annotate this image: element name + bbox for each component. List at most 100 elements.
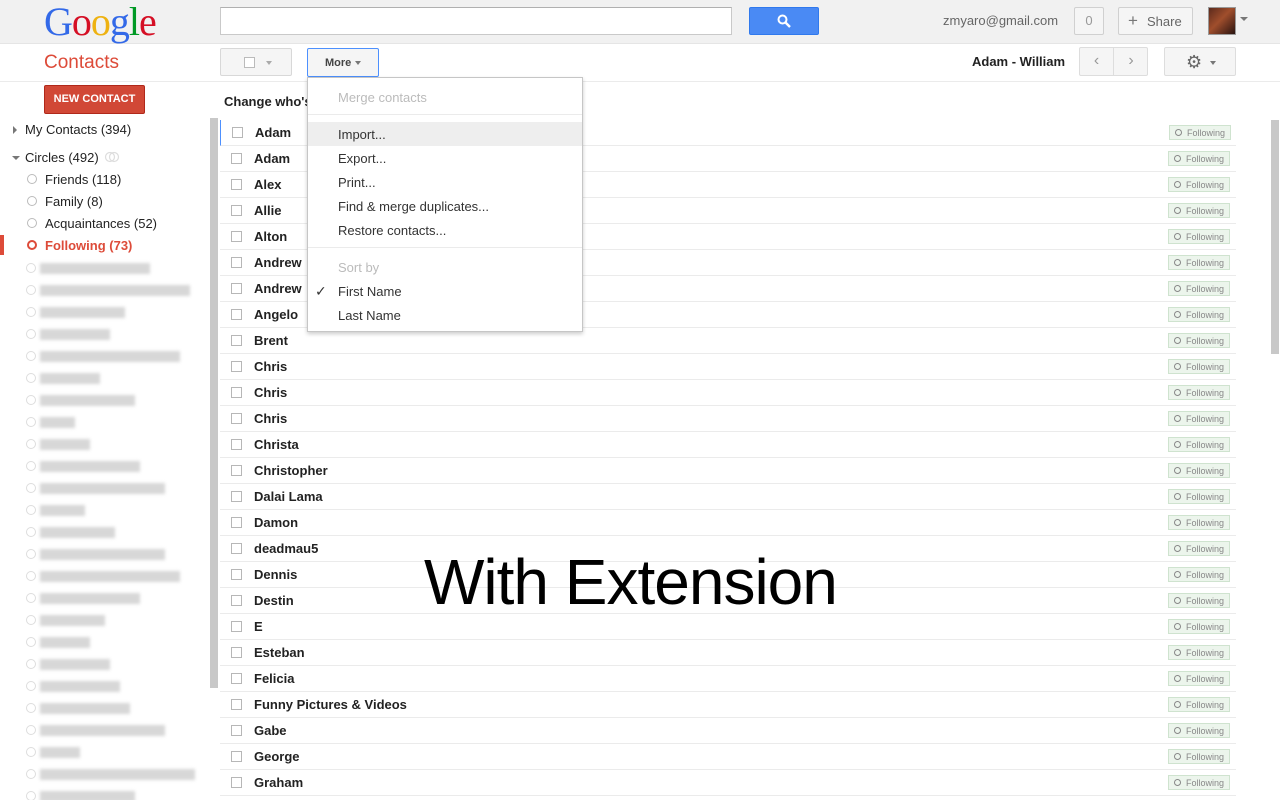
redacted-circle-item[interactable] xyxy=(26,702,132,714)
contact-checkbox[interactable] xyxy=(231,387,242,398)
circle-badge[interactable]: Following xyxy=(1168,723,1230,738)
contact-checkbox[interactable] xyxy=(231,413,242,424)
contact-checkbox[interactable] xyxy=(231,621,242,632)
contact-row[interactable]: Dalai Lama Following xyxy=(220,484,1236,510)
redacted-circle-item[interactable] xyxy=(26,328,112,340)
contact-checkbox[interactable] xyxy=(231,205,242,216)
contact-row[interactable]: George Following xyxy=(220,744,1236,770)
chevron-down-icon[interactable] xyxy=(1240,17,1248,21)
menu-item-restore[interactable]: Restore contacts... xyxy=(308,218,582,242)
contact-name[interactable]: E xyxy=(254,619,263,634)
contact-checkbox[interactable] xyxy=(231,595,242,606)
contact-name[interactable]: Allie xyxy=(254,203,281,218)
circle-badge[interactable]: Following xyxy=(1168,333,1230,348)
contact-checkbox[interactable] xyxy=(231,543,242,554)
sidebar-scrollbar[interactable] xyxy=(210,118,218,688)
contact-checkbox[interactable] xyxy=(231,569,242,580)
circle-badge[interactable]: Following xyxy=(1168,515,1230,530)
sidebar-item-my-contacts[interactable]: My Contacts (394) xyxy=(25,122,131,137)
contact-checkbox[interactable] xyxy=(231,335,242,346)
menu-item-import[interactable]: Import... xyxy=(308,122,582,146)
contact-checkbox[interactable] xyxy=(231,725,242,736)
redacted-circle-item[interactable] xyxy=(26,724,167,736)
contact-name[interactable]: Chris xyxy=(254,411,287,426)
contact-row[interactable]: Christopher Following xyxy=(220,458,1236,484)
contact-row[interactable]: Chris Following xyxy=(220,406,1236,432)
circle-badge[interactable]: Following xyxy=(1169,125,1231,140)
contact-row[interactable]: Chris Following xyxy=(220,354,1236,380)
redacted-circle-item[interactable] xyxy=(26,460,142,472)
contact-row[interactable]: Chris Following xyxy=(220,380,1236,406)
redacted-circle-item[interactable] xyxy=(26,482,167,494)
previous-page-button[interactable]: ‹ xyxy=(1080,48,1114,75)
contact-name[interactable]: Funny Pictures & Videos xyxy=(254,697,407,712)
circle-badge[interactable]: Following xyxy=(1168,645,1230,660)
circle-badge[interactable]: Following xyxy=(1168,177,1230,192)
expand-icon[interactable] xyxy=(13,126,17,134)
contact-name[interactable]: Alton xyxy=(254,229,287,244)
circle-badge[interactable]: Following xyxy=(1168,411,1230,426)
redacted-circle-item[interactable] xyxy=(26,438,92,450)
google-logo[interactable]: Google xyxy=(44,2,157,42)
contact-name[interactable]: Destin xyxy=(254,593,294,608)
contact-name[interactable]: Christopher xyxy=(254,463,328,478)
more-button[interactable]: More xyxy=(307,48,379,77)
contact-checkbox[interactable] xyxy=(231,361,242,372)
contact-checkbox[interactable] xyxy=(231,673,242,684)
circle-badge[interactable]: Following xyxy=(1168,437,1230,452)
redacted-circle-item[interactable] xyxy=(26,658,112,670)
circle-badge[interactable]: Following xyxy=(1168,593,1230,608)
contact-name[interactable]: George xyxy=(254,749,300,764)
redacted-circle-item[interactable] xyxy=(26,306,127,318)
circle-badge[interactable]: Following xyxy=(1168,671,1230,686)
circle-badge[interactable]: Following xyxy=(1168,255,1230,270)
contact-checkbox[interactable] xyxy=(231,751,242,762)
contact-checkbox[interactable] xyxy=(231,647,242,658)
circle-badge[interactable]: Following xyxy=(1168,489,1230,504)
menu-item-sort-first-name[interactable]: ✓ First Name xyxy=(308,279,582,303)
redacted-circle-item[interactable] xyxy=(26,768,197,780)
redacted-circle-item[interactable] xyxy=(26,614,107,626)
sidebar-item-circles[interactable]: Circles (492) xyxy=(25,150,99,165)
redacted-circle-item[interactable] xyxy=(26,592,142,604)
contact-name[interactable]: Christa xyxy=(254,437,299,452)
account-email[interactable]: zmyaro@gmail.com xyxy=(943,13,1058,28)
contact-row[interactable]: Felicia Following xyxy=(220,666,1236,692)
redacted-circle-item[interactable] xyxy=(26,284,192,296)
circle-badge[interactable]: Following xyxy=(1168,151,1230,166)
contact-name[interactable]: Alex xyxy=(254,177,281,192)
contact-name[interactable]: Adam xyxy=(254,151,290,166)
menu-item-sort-last-name[interactable]: Last Name xyxy=(308,303,582,327)
contact-row[interactable]: Damon Following xyxy=(220,510,1236,536)
circle-badge[interactable]: Following xyxy=(1168,385,1230,400)
circle-badge[interactable]: Following xyxy=(1168,307,1230,322)
sidebar-item-friends[interactable]: Friends (118) xyxy=(45,172,121,187)
circle-badge[interactable]: Following xyxy=(1168,463,1230,478)
redacted-circle-item[interactable] xyxy=(26,504,87,516)
redacted-circle-item[interactable] xyxy=(26,680,122,692)
settings-button[interactable]: ⚙ xyxy=(1164,47,1236,76)
contact-name[interactable]: Adam xyxy=(255,125,291,140)
circle-badge[interactable]: Following xyxy=(1168,775,1230,790)
circle-badge[interactable]: Following xyxy=(1168,203,1230,218)
circle-badge[interactable]: Following xyxy=(1168,697,1230,712)
contact-checkbox[interactable] xyxy=(231,179,242,190)
sidebar-item-family[interactable]: Family (8) xyxy=(45,194,103,209)
circle-badge[interactable]: Following xyxy=(1168,567,1230,582)
contact-row[interactable]: Graham Following xyxy=(220,770,1236,796)
contact-name[interactable]: Felicia xyxy=(254,671,294,686)
redacted-circle-item[interactable] xyxy=(26,548,167,560)
redacted-circle-item[interactable] xyxy=(26,570,182,582)
contact-name[interactable]: Angelo xyxy=(254,307,298,322)
contact-checkbox[interactable] xyxy=(231,153,242,164)
circle-badge[interactable]: Following xyxy=(1168,541,1230,556)
circle-badge[interactable]: Following xyxy=(1168,749,1230,764)
avatar[interactable] xyxy=(1208,7,1236,35)
contact-name[interactable]: Chris xyxy=(254,359,287,374)
sidebar-item-following[interactable]: Following (73) xyxy=(45,238,132,253)
contact-checkbox[interactable] xyxy=(231,309,242,320)
redacted-circle-item[interactable] xyxy=(26,394,137,406)
redacted-circle-item[interactable] xyxy=(26,746,82,758)
contact-row[interactable]: Esteban Following xyxy=(220,640,1236,666)
circle-badge[interactable]: Following xyxy=(1168,229,1230,244)
